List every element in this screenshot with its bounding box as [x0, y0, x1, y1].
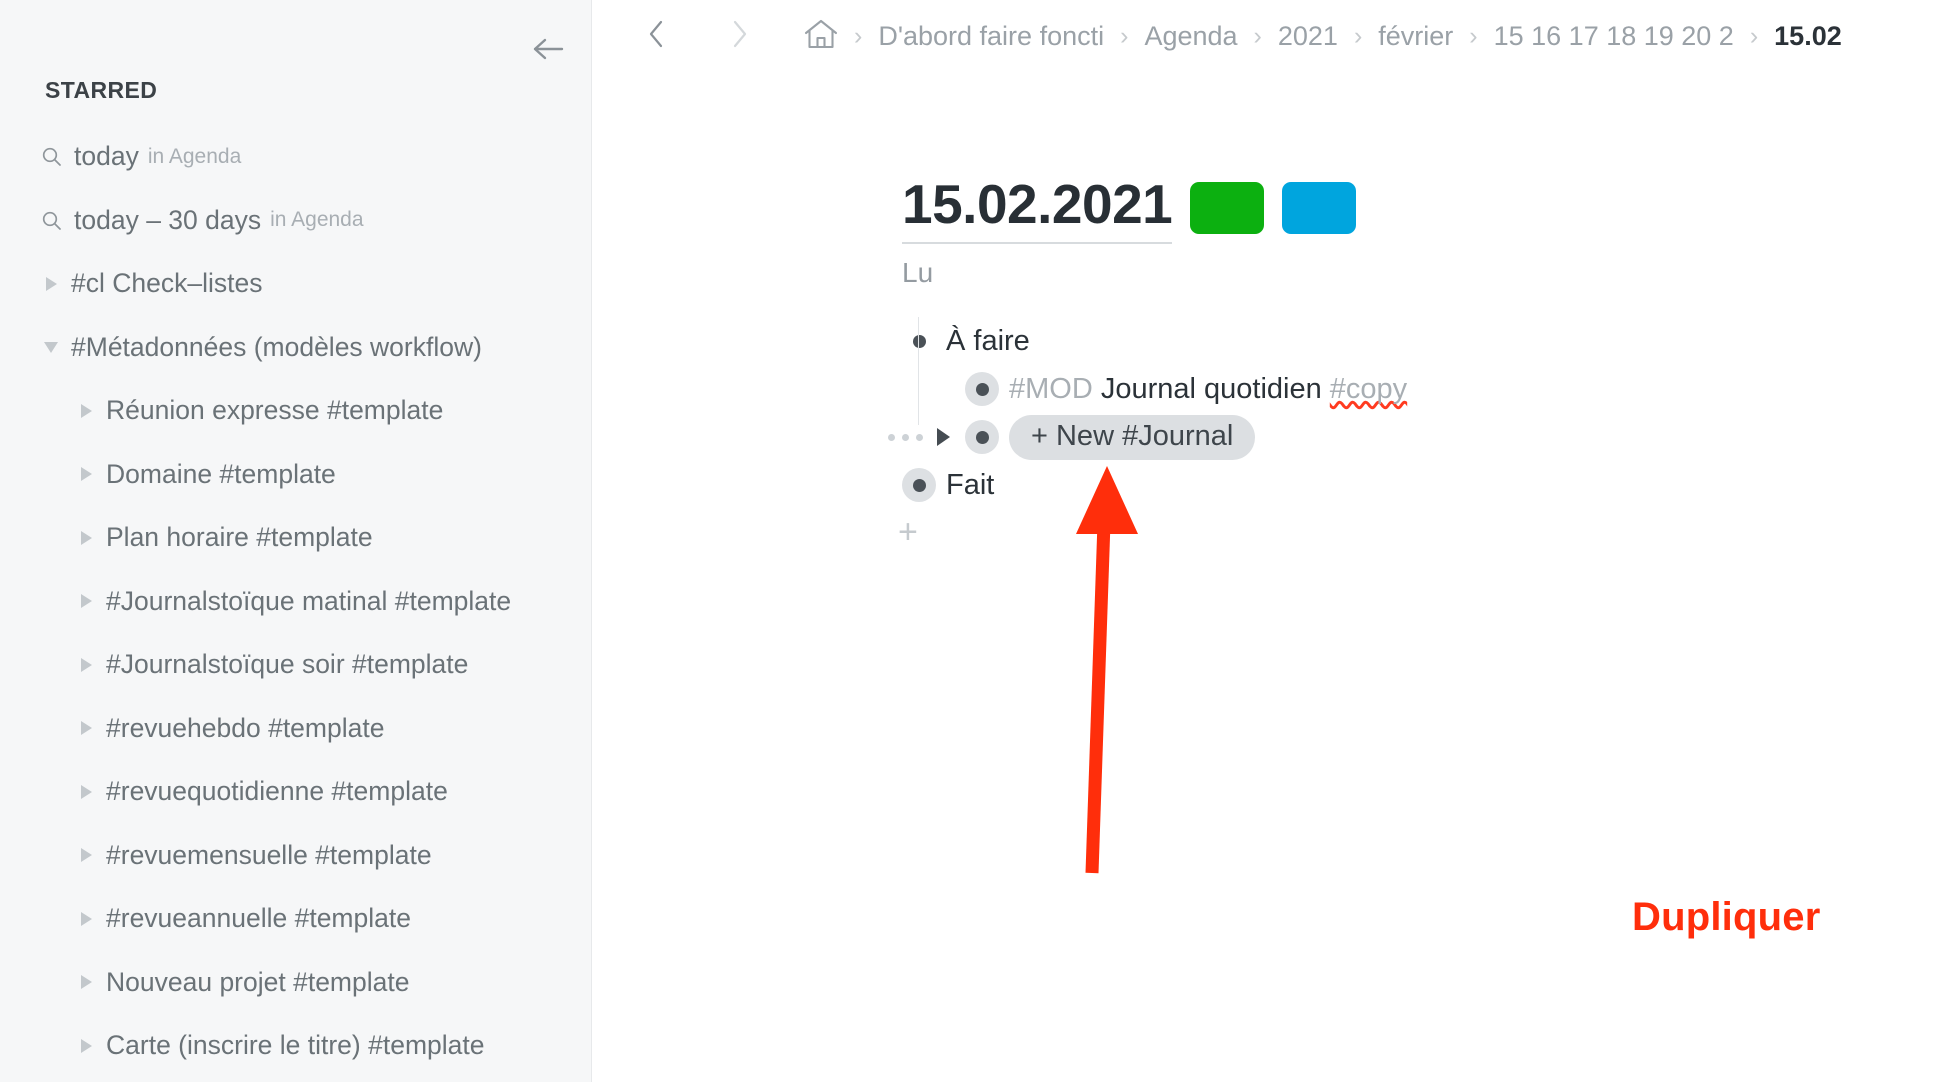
- sidebar-item-carte[interactable]: Carte (inscrire le titre) #template: [0, 1014, 591, 1078]
- app-window: STARRED today in Agenda today – 30 days …: [0, 0, 1936, 1082]
- outline-row-body: Journal quotidien: [1100, 372, 1330, 405]
- triangle-right-icon[interactable]: [73, 588, 99, 614]
- sidebar-item-label: #revuehebdo #template: [106, 712, 385, 743]
- back-button[interactable]: [634, 14, 678, 58]
- triangle-right-icon[interactable]: [937, 428, 950, 446]
- outline-row-text[interactable]: À faire: [946, 325, 1030, 358]
- sidebar-item-journalstoique-matinal[interactable]: #Journalstoïque matinal #template: [0, 570, 591, 634]
- triangle-right-icon[interactable]: [73, 461, 99, 487]
- document-area: 15.02.2021 Lu À faire #MOD Journal quoti…: [592, 72, 1936, 1082]
- triangle-right-icon[interactable]: [73, 398, 99, 424]
- starred-section-header: STARRED: [45, 77, 158, 103]
- chevron-right-icon: [732, 20, 748, 53]
- sidebar-item-scope: in Agenda: [147, 144, 242, 168]
- sidebar-item-journalstoique-soir[interactable]: #Journalstoïque soir #template: [0, 633, 591, 697]
- triangle-right-icon[interactable]: [73, 842, 99, 868]
- breadcrumb-separator: ›: [1120, 21, 1129, 50]
- green-color-chip[interactable]: [1190, 182, 1265, 234]
- sidebar: STARRED today in Agenda today – 30 days …: [0, 0, 592, 1082]
- triangle-right-icon[interactable]: [73, 715, 99, 741]
- sidebar-item-label: #Journalstoïque matinal #template: [106, 585, 512, 616]
- breadcrumb-separator: ›: [854, 21, 863, 50]
- sidebar-item-label: #revuemensuelle #template: [106, 839, 432, 870]
- sidebar-item-revuemensuelle[interactable]: #revuemensuelle #template: [0, 824, 591, 888]
- search-icon: [38, 207, 64, 233]
- sidebar-item-label: #cl Check–listes: [71, 268, 263, 299]
- triangle-right-icon[interactable]: [38, 271, 64, 297]
- sidebar-item-label: #revueannuelle #template: [106, 903, 411, 934]
- add-item-row[interactable]: +: [592, 509, 1936, 555]
- starred-item-list: today in Agenda today – 30 days in Agend…: [0, 125, 591, 1082]
- triangle-down-icon[interactable]: [38, 334, 64, 360]
- breadcrumb-home-button[interactable]: [804, 18, 838, 55]
- breadcrumb-separator: ›: [1469, 21, 1478, 50]
- sidebar-item-revuequotidienne[interactable]: #revuequotidienne #template: [0, 760, 591, 824]
- outline-row-journal-quotidien[interactable]: #MOD Journal quotidien #copy: [592, 365, 1936, 413]
- blue-color-chip[interactable]: [1282, 182, 1357, 234]
- sidebar-item-label: today: [74, 141, 139, 172]
- triangle-right-icon[interactable]: [73, 906, 99, 932]
- breadcrumb-separator: ›: [1253, 21, 1262, 50]
- sidebar-item-domaine[interactable]: Domaine #template: [0, 443, 591, 507]
- outline-row-new-journal[interactable]: + New #Journal: [592, 413, 1936, 461]
- sidebar-item-label: #revuequotidienne #template: [106, 776, 448, 807]
- sidebar-item-label: Réunion expresse #template: [106, 395, 444, 426]
- bullet-icon[interactable]: [965, 372, 999, 406]
- breadcrumb-item-agenda[interactable]: Agenda: [1144, 21, 1237, 52]
- breadcrumb-item-week[interactable]: 15 16 17 18 19 20 2: [1494, 21, 1734, 52]
- triangle-right-icon[interactable]: [73, 969, 99, 995]
- tag-mod[interactable]: #MOD: [1009, 373, 1101, 405]
- forward-button[interactable]: [718, 14, 762, 58]
- sidebar-item-revuehebdo[interactable]: #revuehebdo #template: [0, 697, 591, 761]
- sidebar-item-label: #Journalstoïque soir #template: [106, 649, 469, 680]
- outline-tree: À faire #MOD Journal quotidien #copy + N…: [592, 317, 1936, 555]
- sidebar-item-reunion-expresse[interactable]: Réunion expresse #template: [0, 379, 591, 443]
- home-icon: [804, 18, 838, 55]
- sidebar-item-today-30-days[interactable]: today – 30 days in Agenda: [0, 189, 591, 253]
- bullet-icon[interactable]: [902, 468, 936, 502]
- outline-row-text[interactable]: #MOD Journal quotidien #copy: [1009, 373, 1407, 406]
- sidebar-item-nouveau-projet[interactable]: Nouveau projet #template: [0, 951, 591, 1015]
- breadcrumb-item-month[interactable]: février: [1378, 21, 1453, 52]
- triangle-right-icon[interactable]: [73, 525, 99, 551]
- breadcrumb-item-year[interactable]: 2021: [1278, 21, 1338, 52]
- sidebar-collapse-button[interactable]: [527, 28, 569, 70]
- sidebar-item-today[interactable]: today in Agenda: [0, 125, 591, 189]
- drag-handle-icon[interactable]: [888, 433, 923, 441]
- breadcrumb-separator: ›: [1353, 21, 1363, 50]
- sidebar-item-label: today – 30 days: [74, 204, 262, 235]
- bullet-icon[interactable]: [902, 324, 936, 358]
- breadcrumb-bar: › D'abord faire foncti › Agenda › 2021 ›…: [592, 0, 1936, 72]
- sidebar-item-plan-horaire[interactable]: Plan horaire #template: [0, 506, 591, 570]
- new-journal-button[interactable]: + New #Journal: [1009, 414, 1256, 460]
- page-title[interactable]: 15.02.2021: [902, 177, 1173, 244]
- sidebar-item-metadonnees[interactable]: #Métadonnées (modèles workflow): [0, 316, 591, 380]
- main-panel: › D'abord faire foncti › Agenda › 2021 ›…: [592, 0, 1936, 1082]
- sidebar-item-scope: in Agenda: [270, 208, 364, 232]
- tag-copy[interactable]: #copy: [1330, 373, 1407, 405]
- sidebar-item-check-listes[interactable]: #cl Check–listes: [0, 252, 591, 316]
- document-title-row: 15.02.2021: [902, 177, 1357, 244]
- arrow-left-icon: [531, 36, 565, 62]
- sidebar-item-revueannuelle[interactable]: #revueannuelle #template: [0, 887, 591, 951]
- outline-row-text[interactable]: Fait: [946, 469, 994, 502]
- breadcrumb-item-current-day[interactable]: 15.02: [1774, 21, 1842, 52]
- chevron-left-icon: [648, 20, 664, 53]
- sidebar-item-label: Plan horaire #template: [106, 522, 373, 553]
- triangle-right-icon[interactable]: [73, 1033, 99, 1059]
- sidebar-item-label: #Métadonnées (modèles workflow): [71, 331, 482, 362]
- sidebar-item-label: Nouveau projet #template: [106, 966, 410, 997]
- sidebar-item-label: Domaine #template: [106, 458, 336, 489]
- bullet-icon[interactable]: [965, 420, 999, 454]
- outline-row-fait[interactable]: Fait: [592, 461, 1936, 509]
- breadcrumb-separator: ›: [1749, 21, 1759, 50]
- breadcrumb-item-root[interactable]: D'abord faire foncti: [878, 21, 1104, 52]
- plus-icon[interactable]: +: [898, 515, 918, 549]
- triangle-right-icon[interactable]: [73, 652, 99, 678]
- triangle-right-icon[interactable]: [73, 779, 99, 805]
- search-icon: [38, 144, 64, 170]
- sidebar-item-label: Carte (inscrire le titre) #template: [106, 1030, 485, 1061]
- page-subtitle: Lu: [902, 257, 934, 288]
- outline-row-a-faire[interactable]: À faire: [592, 317, 1936, 365]
